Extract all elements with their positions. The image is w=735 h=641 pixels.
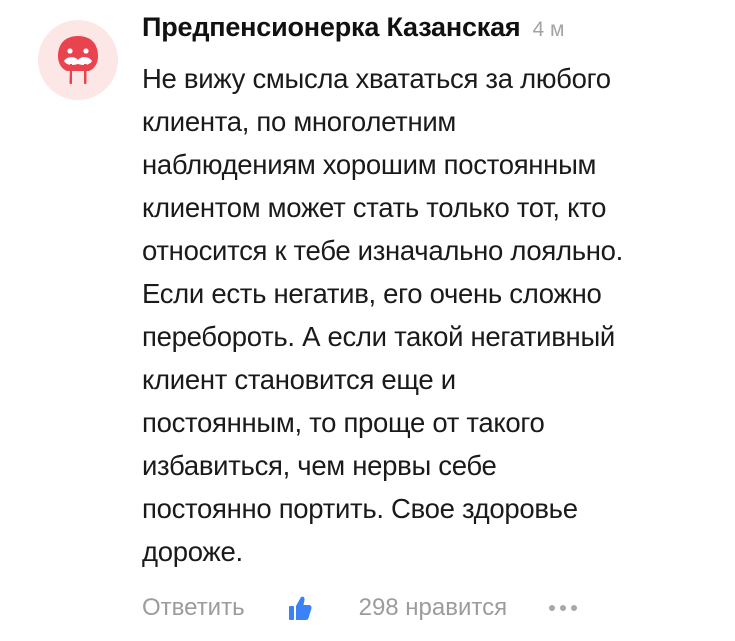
comment-text-line: наблюдениям хорошим постоянным [142, 149, 597, 180]
comment-text-line: избавиться, чем нервы себе [142, 450, 497, 481]
comment-text-line: относится к тебе изначально лояльно. [142, 235, 623, 266]
dot [560, 605, 567, 611]
more-dots-icon[interactable] [549, 605, 578, 611]
dot [571, 605, 578, 611]
comment-text-line: Не вижу смысла хвататься за любого [142, 63, 611, 94]
comment-text-line: дороже. [142, 536, 243, 567]
comment-card: Предпенсионерка Казанская 4 м Не вижу см… [0, 0, 735, 641]
comment-text-line: постоянно портить. Свое здоровье [142, 493, 578, 524]
dot [549, 605, 556, 611]
likes-count[interactable]: 298 нравится [359, 594, 508, 622]
like-button[interactable] [285, 594, 315, 622]
comment-text-line: клиент становится еще и [142, 364, 456, 395]
comment-text-line: клиентом может стать только тот, кто [142, 192, 607, 223]
comment-text-line: клиента, по многолетним [142, 106, 456, 137]
comment-header: Предпенсионерка Казанская 4 м [142, 12, 564, 52]
comment-actions: Ответить 298 нравится [142, 588, 578, 628]
comment-text-line: перебороть. А если такой негативный [142, 321, 615, 352]
walrus-icon [58, 36, 98, 85]
comment-timestamp: 4 м [532, 18, 565, 41]
comment-text-line: Если есть негатив, его очень сложно [142, 278, 602, 309]
thumbs-up-icon [288, 596, 312, 620]
avatar[interactable] [38, 20, 118, 100]
comment-text-line: постоянным, то проще от такого [142, 407, 545, 438]
author-name[interactable]: Предпенсионерка Казанская [142, 12, 521, 43]
comment-text: Не вижу смысла хвататься за любого клиен… [142, 57, 727, 573]
reply-button[interactable]: Ответить [142, 594, 245, 622]
